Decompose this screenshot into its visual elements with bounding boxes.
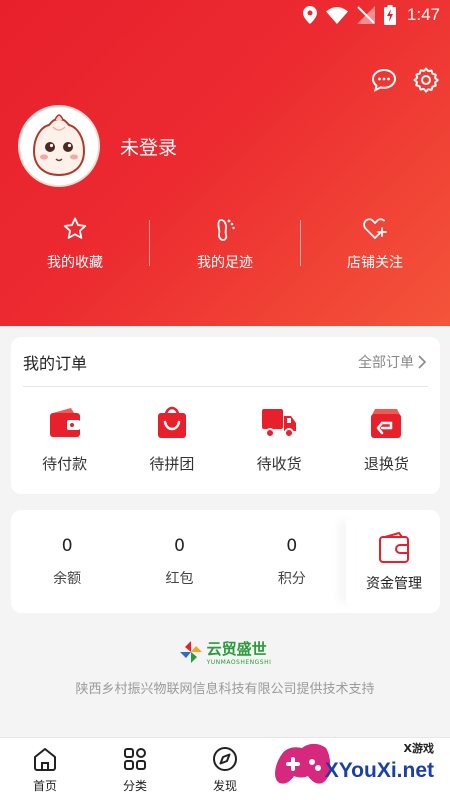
pinwheel-logo-icon <box>179 641 202 663</box>
message-button[interactable] <box>370 66 398 94</box>
profile-section[interactable]: 未登录 <box>18 105 177 187</box>
truck-icon <box>262 409 297 438</box>
funds-management-button[interactable]: 资金管理 <box>348 510 440 613</box>
pending-group-label: 待拼团 <box>149 455 195 473</box>
brand-name: 云贸盛世 <box>206 640 267 658</box>
red-packet-label: 红包 <box>165 570 194 587</box>
all-orders-label: 全部订单 <box>358 354 414 371</box>
brand-footer: 云贸盛世 YUNMAOSHENGSHI 陕西乡村振兴物联网信息科技有限公司提供技… <box>0 638 450 697</box>
favorites-button[interactable]: 我的收藏 <box>0 216 150 276</box>
all-orders-link[interactable]: 全部订单 <box>358 352 428 372</box>
battery-charging-icon <box>383 5 396 25</box>
orders-title: 我的订单 <box>23 353 88 373</box>
points-value: 0 <box>286 535 298 556</box>
red-packet-item[interactable]: 0 红包 <box>123 510 235 613</box>
tab-discover-label: 发现 <box>212 779 237 793</box>
avatar-mascot-image <box>20 107 98 185</box>
brand-logo: 云贸盛世 YUNMAOSHENGSHI <box>179 638 272 666</box>
chevron-right-icon <box>418 354 427 369</box>
gear-icon <box>413 67 439 93</box>
grid-icon <box>124 748 146 770</box>
funds-management-label: 资金管理 <box>366 575 422 592</box>
tab-home-label: 首页 <box>32 779 57 793</box>
wifi-icon <box>325 6 348 24</box>
returns-button[interactable]: 退换货 <box>333 405 440 474</box>
balance-value: 0 <box>61 535 73 556</box>
shopping-bag-icon <box>157 406 186 438</box>
tab-category[interactable]: 分类 <box>90 738 180 800</box>
brand-subname: YUNMAOSHENGSHI <box>206 659 272 666</box>
gamepad-logo-icon <box>275 743 331 784</box>
orders-card: 我的订单 全部订单 待付款 待拼团 待收货 退换货 <box>11 337 440 494</box>
tab-category-label: 分类 <box>122 779 147 793</box>
pending-receipt-button[interactable]: 待收货 <box>226 405 333 474</box>
followed-stores-button[interactable]: 店铺关注 <box>300 216 450 276</box>
points-label: 积分 <box>277 570 306 587</box>
tab-home[interactable]: 首页 <box>0 738 90 800</box>
watermark-text: XYouXi.net <box>324 759 434 782</box>
compass-icon <box>213 747 237 771</box>
footprints-button[interactable]: 我的足迹 <box>150 216 300 276</box>
watermark-small-text: X游戏 <box>403 742 434 755</box>
star-icon <box>63 217 87 239</box>
balance-item[interactable]: 0 余额 <box>11 510 123 613</box>
home-icon <box>34 748 56 771</box>
pending-receipt-label: 待收货 <box>256 455 302 473</box>
wallet-icon <box>49 408 80 437</box>
followed-stores-label: 店铺关注 <box>347 255 403 271</box>
status-time: 1:47 <box>406 5 440 24</box>
heart-plus-icon <box>363 218 387 239</box>
tab-discover[interactable]: 发现 <box>180 738 270 800</box>
location-icon <box>302 6 317 24</box>
pending-payment-button[interactable]: 待付款 <box>11 405 118 474</box>
favorites-label: 我的收藏 <box>47 255 103 271</box>
pending-group-button[interactable]: 待拼团 <box>118 405 225 474</box>
points-item[interactable]: 0 积分 <box>236 510 348 613</box>
pending-payment-label: 待付款 <box>42 455 88 473</box>
chat-icon <box>371 68 397 92</box>
wallet-card: 0 余额 0 红包 0 积分 资金管理 <box>11 510 440 613</box>
login-status-text[interactable]: 未登录 <box>120 133 177 160</box>
footprints-label: 我的足迹 <box>197 255 253 271</box>
no-signal-icon <box>356 6 375 24</box>
watermark-overlay: X游戏 XYouXi.net <box>274 738 444 798</box>
wallet-outline-icon <box>379 531 409 563</box>
tech-support-text: 陕西乡村振兴物联网信息科技有限公司提供技术支持 <box>75 682 375 697</box>
returns-label: 退换货 <box>363 455 409 473</box>
profile-header: 1:47 未登录 我的收藏 我的足迹 店铺关注 <box>0 0 450 326</box>
balance-label: 余额 <box>53 570 82 587</box>
settings-button[interactable] <box>412 66 440 94</box>
return-icon <box>371 409 402 438</box>
footprint-icon <box>217 219 235 241</box>
avatar[interactable] <box>18 105 100 187</box>
status-bar: 1:47 <box>0 0 450 32</box>
red-packet-value: 0 <box>174 535 185 556</box>
